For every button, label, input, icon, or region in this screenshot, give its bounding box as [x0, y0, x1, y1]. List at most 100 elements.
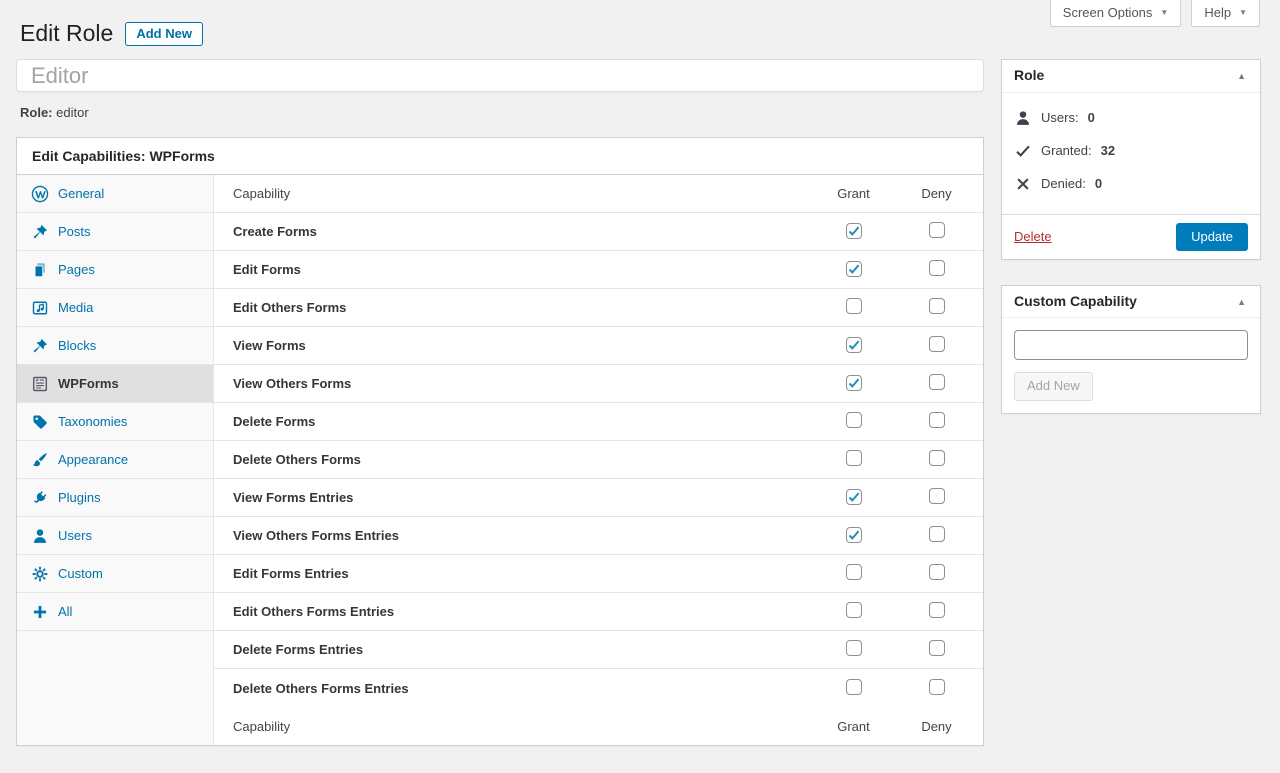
edit-capabilities-box: Edit Capabilities: WPForms GeneralPostsP… — [16, 137, 984, 746]
pushpin-icon — [31, 223, 49, 241]
sidebar-item-label: Appearance — [58, 452, 128, 467]
form-icon — [31, 375, 49, 393]
grant-checkbox[interactable] — [846, 298, 862, 314]
deny-cell — [895, 222, 978, 241]
capability-row: Delete Others Forms — [214, 441, 983, 479]
grant-cell — [812, 261, 895, 279]
custom-capability-body: Add New — [1002, 318, 1260, 412]
grant-cell — [812, 450, 895, 469]
grant-cell — [812, 223, 895, 241]
stat-label: Granted: — [1041, 143, 1092, 158]
capability-row: Edit Others Forms — [214, 289, 983, 327]
deny-checkbox[interactable] — [929, 526, 945, 542]
meta-tab-help[interactable]: Help▼ — [1191, 0, 1260, 27]
deny-checkbox[interactable] — [929, 298, 945, 314]
grant-checkbox[interactable] — [846, 602, 862, 618]
deny-checkbox[interactable] — [929, 222, 945, 238]
capability-label: View Forms Entries — [233, 490, 812, 505]
deny-checkbox[interactable] — [929, 679, 945, 695]
main-column: Role: editor Edit Capabilities: WPForms … — [16, 59, 984, 746]
add-new-role-button[interactable]: Add New — [125, 22, 203, 46]
deny-checkbox[interactable] — [929, 450, 945, 466]
capability-group-nav: General Posts Pages Media Blocks WPFormsTaxon… — [17, 175, 214, 745]
deny-checkbox[interactable] — [929, 336, 945, 352]
sidebar-item-label: Custom — [58, 566, 103, 581]
pushpin-icon — [31, 337, 49, 355]
chevron-down-icon: ▼ — [1160, 9, 1168, 17]
sidebar-item-custom[interactable]: Custom — [17, 555, 213, 593]
grant-checkbox[interactable] — [846, 564, 862, 580]
deny-cell — [895, 260, 978, 279]
grant-checkbox[interactable] — [846, 412, 862, 428]
deny-cell — [895, 450, 978, 469]
deny-cell — [895, 412, 978, 431]
grant-cell — [812, 564, 895, 583]
deny-cell — [895, 679, 978, 698]
grant-checkbox[interactable] — [846, 337, 862, 353]
sidebar-item-general[interactable]: General — [17, 175, 213, 213]
role-postbox-footer: Delete Update — [1002, 214, 1260, 259]
sidebar-item-media[interactable]: Media — [17, 289, 213, 327]
brush-icon — [31, 451, 49, 469]
wordpress-icon — [31, 185, 49, 203]
deny-cell — [895, 564, 978, 583]
sidebar-item-taxonomies[interactable]: Taxonomies — [17, 403, 213, 441]
sidebar-item-pages[interactable]: Pages — [17, 251, 213, 289]
role-slug-text: Role: editor — [20, 105, 984, 120]
sidebar-item-wpforms[interactable]: WPForms — [17, 365, 213, 403]
role-slug-value: editor — [56, 105, 89, 120]
table-footer-row: Capability Grant Deny — [214, 707, 983, 745]
meta-tab-label: Help — [1204, 5, 1231, 20]
role-name-input[interactable] — [16, 59, 984, 92]
grant-cell — [812, 375, 895, 393]
deny-checkbox[interactable] — [929, 374, 945, 390]
sidebar-item-blocks[interactable]: Blocks — [17, 327, 213, 365]
sidebar-item-label: General — [58, 186, 104, 201]
sidebar-item-all[interactable]: All — [17, 593, 213, 631]
grant-cell — [812, 679, 895, 698]
capability-label: Delete Forms — [233, 414, 812, 429]
capability-row: Edit Forms Entries — [214, 555, 983, 593]
media-icon — [31, 299, 49, 317]
grant-checkbox[interactable] — [846, 679, 862, 695]
custom-capability-input[interactable] — [1014, 330, 1248, 360]
grant-checkbox[interactable] — [846, 450, 862, 466]
grant-checkbox[interactable] — [846, 261, 862, 277]
capability-row: Edit Others Forms Entries — [214, 593, 983, 631]
deny-cell — [895, 298, 978, 317]
grant-checkbox[interactable] — [846, 640, 862, 656]
deny-checkbox[interactable] — [929, 564, 945, 580]
collapse-toggle-icon[interactable]: ▲ — [1233, 69, 1250, 83]
sidebar-item-label: Blocks — [58, 338, 96, 353]
grant-cell — [812, 640, 895, 659]
sidebar-item-label: Users — [58, 528, 92, 543]
sidebar-item-users[interactable]: Users — [17, 517, 213, 555]
deny-checkbox[interactable] — [929, 260, 945, 276]
sidebar-item-plugins[interactable]: Plugins — [17, 479, 213, 517]
grant-checkbox[interactable] — [846, 527, 862, 543]
custom-add-new-button[interactable]: Add New — [1014, 372, 1093, 400]
column-footer-capability: Capability — [233, 719, 812, 734]
column-header-capability: Capability — [233, 186, 812, 201]
custom-capability-postbox: Custom Capability ▲ Add New — [1001, 285, 1261, 414]
deny-checkbox[interactable] — [929, 602, 945, 618]
deny-checkbox[interactable] — [929, 488, 945, 504]
sidebar-item-label: Posts — [58, 224, 91, 239]
update-role-button[interactable]: Update — [1176, 223, 1248, 251]
grant-checkbox[interactable] — [846, 489, 862, 505]
x-icon — [1014, 175, 1032, 193]
deny-checkbox[interactable] — [929, 640, 945, 656]
meta-tab-screen-options[interactable]: Screen Options▼ — [1050, 0, 1182, 27]
delete-role-link[interactable]: Delete — [1014, 229, 1052, 244]
sidebar-item-appearance[interactable]: Appearance — [17, 441, 213, 479]
sidebar-item-label: Pages — [58, 262, 95, 277]
sidebar-item-label: Plugins — [58, 490, 101, 505]
sidebar-empty-area — [17, 631, 213, 745]
collapse-toggle-icon[interactable]: ▲ — [1233, 295, 1250, 309]
deny-checkbox[interactable] — [929, 412, 945, 428]
grant-checkbox[interactable] — [846, 223, 862, 239]
sidebar-item-posts[interactable]: Posts — [17, 213, 213, 251]
capability-label: Delete Others Forms — [233, 452, 812, 467]
grant-checkbox[interactable] — [846, 375, 862, 391]
capability-row: View Others Forms — [214, 365, 983, 403]
